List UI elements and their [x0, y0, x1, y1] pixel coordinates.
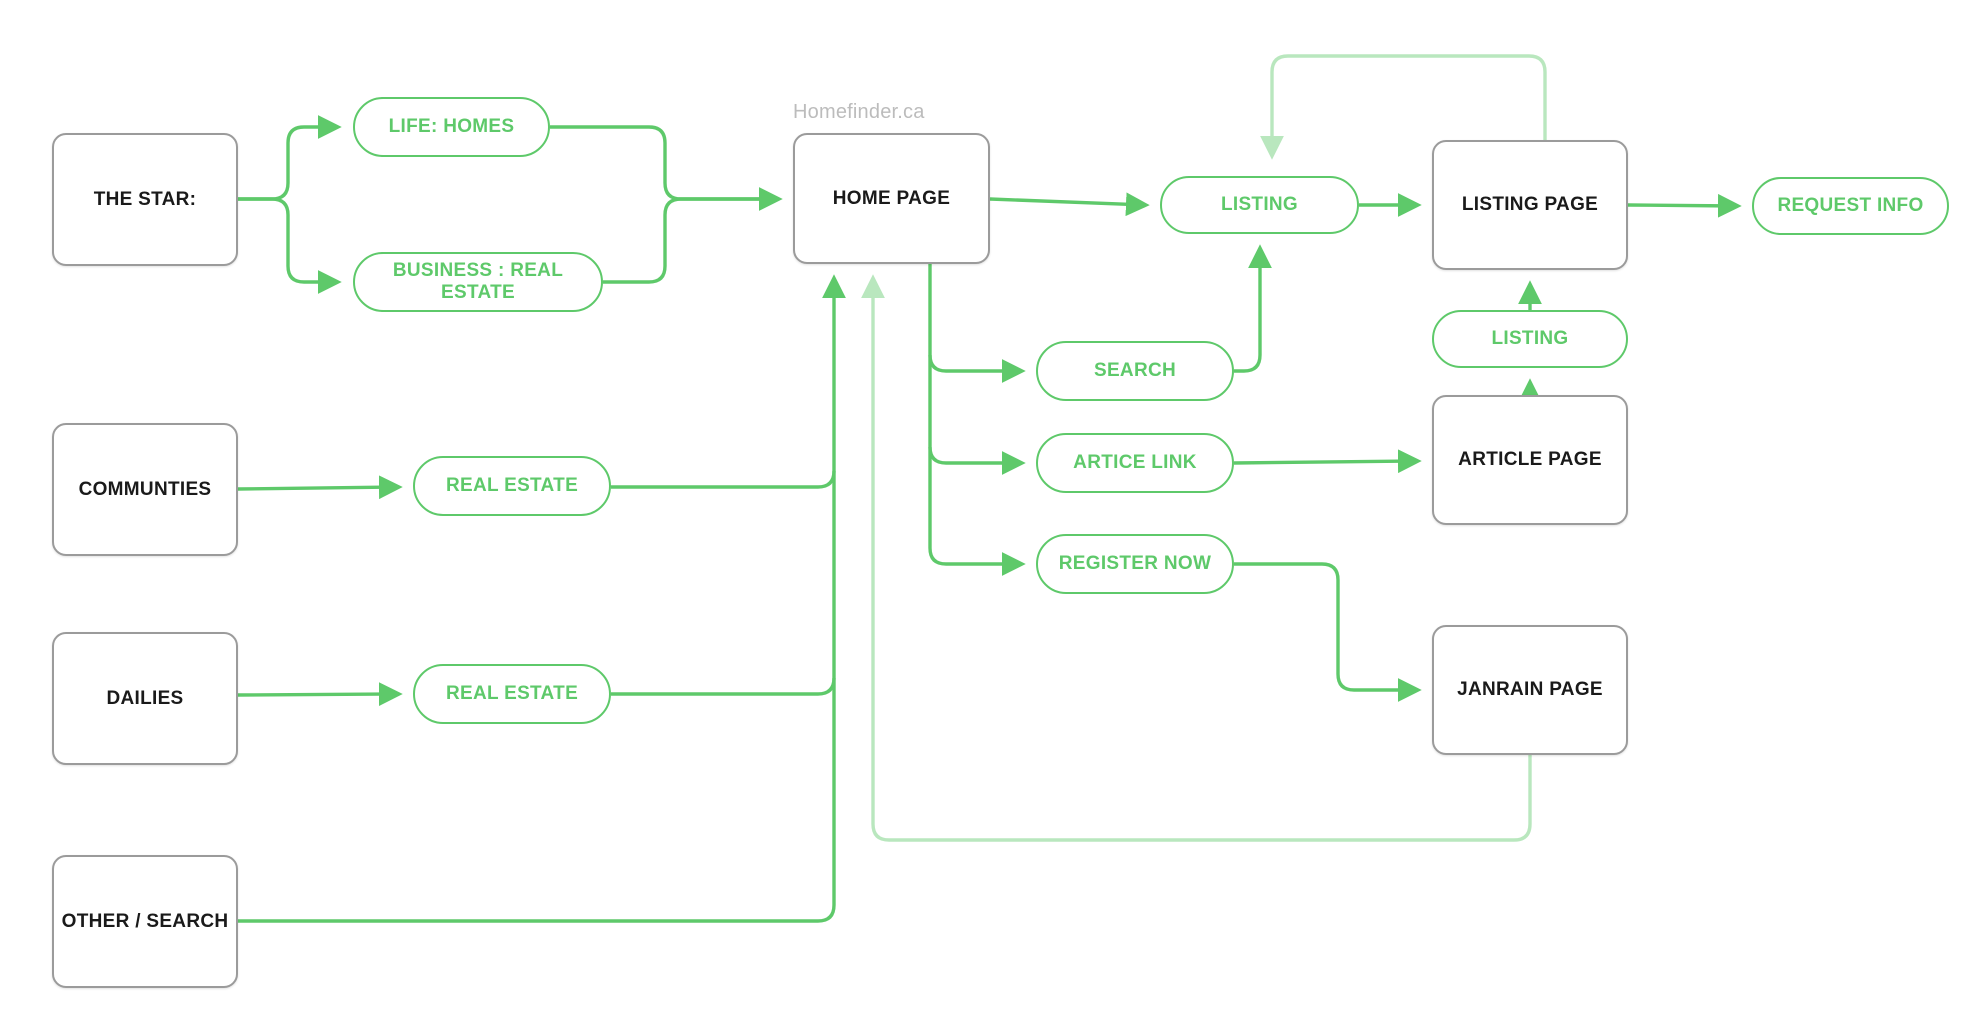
node-label: LISTING PAGE [1461, 194, 1599, 216]
node-label: OTHER / SEARCH [61, 910, 229, 932]
edge-register-now-to-janrain-page [1234, 562, 1422, 702]
node-listing-top[interactable]: LISTING [1160, 176, 1359, 234]
node-label: THE STAR: [93, 188, 197, 210]
node-label: COMMUNTIES [78, 478, 212, 500]
node-business-real-estate[interactable]: BUSINESS : REAL ESTATE [353, 252, 603, 312]
node-home-page[interactable]: HOME PAGE [793, 133, 990, 264]
node-label: LISTING [1491, 328, 1569, 350]
edge-real-estate-2-to-home-page [611, 471, 836, 696]
edge-home-page-to-search [928, 264, 1026, 383]
edge-dailies-to-real-estate-2 [237, 682, 403, 707]
node-other-search[interactable]: OTHER / SEARCH [52, 855, 238, 988]
homefinder-caption: Homefinder.ca [793, 101, 925, 123]
edge-layer [237, 54, 1742, 923]
edge-artice-link-to-article-page [1233, 449, 1422, 474]
edge-home-page-to-listing-top [989, 192, 1150, 217]
node-label: REAL ESTATE [445, 683, 579, 705]
node-register-now[interactable]: REGISTER NOW [1036, 534, 1234, 594]
node-article-page[interactable]: ARTICLE PAGE [1432, 395, 1628, 525]
node-label: REAL ESTATE [445, 475, 579, 497]
node-janrain-page[interactable]: JANRAIN PAGE [1432, 625, 1628, 755]
edge-life-homes-to-home-page [550, 125, 783, 211]
node-label: LISTING [1220, 194, 1299, 216]
node-search[interactable]: SEARCH [1036, 341, 1234, 401]
node-real-estate-communties[interactable]: REAL ESTATE [413, 456, 611, 516]
node-real-estate-dailies[interactable]: REAL ESTATE [413, 664, 611, 724]
node-the-star[interactable]: THE STAR: [52, 133, 238, 266]
edge-the-star-to-life-homes [238, 115, 342, 201]
edge-communties-to-real-estate-1 [237, 475, 403, 500]
node-label: HOME PAGE [832, 187, 951, 209]
node-listing-page[interactable]: LISTING PAGE [1432, 140, 1628, 270]
node-communties[interactable]: COMMUNTIES [52, 423, 238, 556]
flowchart-canvas: Homefinder.ca THE STAR: LIFE: HOMES BUSI… [0, 0, 1988, 1032]
node-label: ARTICLE PAGE [1458, 449, 1602, 471]
node-label: ARTICE LINK [1073, 452, 1197, 474]
node-label: LIFE: HOMES [388, 116, 515, 138]
node-artice-link[interactable]: ARTICE LINK [1036, 433, 1234, 493]
node-label: BUSINESS : REAL ESTATE [392, 260, 564, 303]
node-life-homes[interactable]: LIFE: HOMES [353, 97, 550, 157]
edge-business-real-estate-to-home-page [603, 197, 778, 284]
edge-real-estate-1-to-home-page [611, 274, 846, 489]
edge-the-star-to-business-real-estate [238, 197, 342, 294]
edge-search-to-listing-top [1234, 244, 1272, 373]
node-label: JANRAIN PAGE [1457, 679, 1603, 701]
node-dailies[interactable]: DAILIES [52, 632, 238, 765]
node-label: SEARCH [1093, 360, 1177, 382]
edge-listing-page-to-request-info [1627, 193, 1742, 218]
node-label: DAILIES [106, 687, 184, 709]
node-listing-mid[interactable]: LISTING [1432, 310, 1628, 368]
node-label: REQUEST INFO [1777, 195, 1924, 217]
node-request-info[interactable]: REQUEST INFO [1752, 177, 1949, 235]
node-label: REGISTER NOW [1058, 553, 1212, 575]
